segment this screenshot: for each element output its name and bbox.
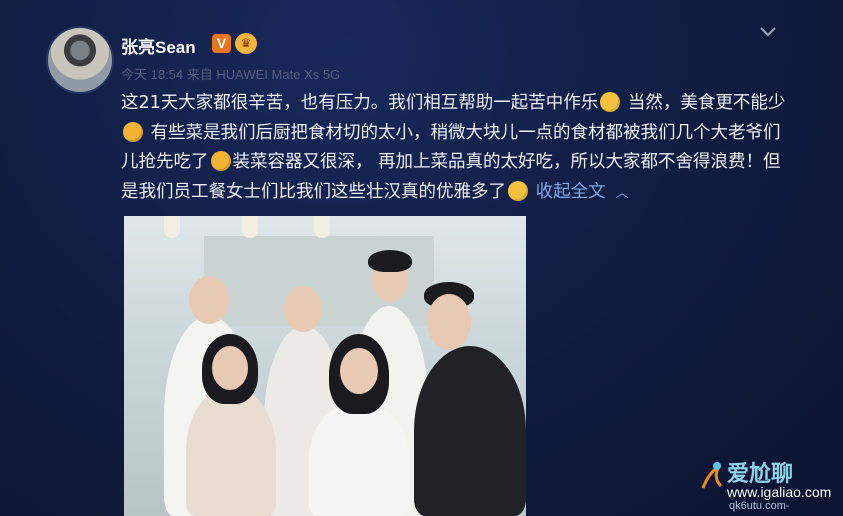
photo-person-head: [212, 346, 248, 390]
post-timestamp: 今天 18:54: [121, 67, 184, 82]
post-source: 来自 HUAWEI Mate Xs 5G: [186, 67, 341, 82]
username[interactable]: 张亮Sean: [121, 33, 196, 58]
post-photo[interactable]: [124, 216, 526, 516]
photo-lamp: [242, 216, 258, 238]
smile-emoji-icon: [600, 92, 621, 112]
post-text-part-2: 当然，美食更不能少: [622, 93, 786, 113]
post-meta: 今天 18:54 来自 HUAWEI Mate Xs 5G: [121, 64, 340, 83]
tongue-emoji-icon: [123, 121, 143, 142]
photo-person: [186, 386, 276, 516]
photo-person: [309, 401, 409, 516]
watermark-url: www.igaliao.com: [727, 484, 832, 500]
watermark-sub: qk6utu.com-: [729, 500, 790, 512]
vip-crown-icon: ♛: [235, 33, 257, 54]
photo-person-head: [340, 348, 378, 394]
post-text-part-1: 这21天大家都很辛苦，也有压力。我们相互帮助一起苦中作乐: [121, 93, 599, 113]
smile-emoji-icon-2: [508, 180, 528, 201]
photo-person-head: [427, 294, 471, 350]
photo-person-head: [284, 286, 322, 332]
photo-lamp: [164, 216, 180, 238]
collapse-full-text-link[interactable]: 收起全文: [536, 182, 606, 202]
user-avatar[interactable]: [46, 26, 114, 94]
tongue-emoji-icon-2: [210, 151, 231, 171]
watermark-logo-icon: [701, 462, 723, 489]
post-menu-chevron-down-icon[interactable]: [760, 22, 776, 41]
photo-person: [414, 346, 526, 516]
site-watermark: 爱尬聊 www.igaliao.com qk6utu.com-: [695, 456, 843, 516]
photo-person-head: [189, 276, 229, 324]
photo-person-hair: [368, 250, 412, 272]
verified-badge-icon: V: [212, 34, 231, 53]
post-body: 这21天大家都很辛苦，也有压力。我们相互帮助一起苦中作乐 当然，美食更不能少 有…: [121, 89, 791, 208]
photo-lamp: [314, 216, 330, 238]
chevron-up-icon[interactable]: ︿: [616, 186, 629, 201]
